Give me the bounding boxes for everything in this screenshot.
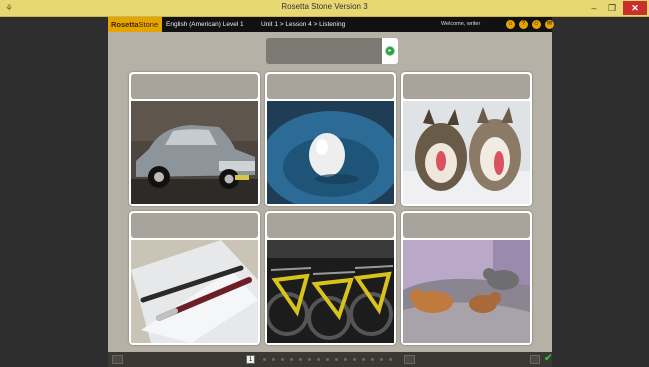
card-caption bbox=[131, 74, 258, 99]
card-caption bbox=[403, 213, 530, 238]
card-caption bbox=[403, 74, 530, 99]
check-icon[interactable]: ✔ bbox=[544, 353, 552, 364]
answer-card-dogs[interactable] bbox=[401, 72, 532, 206]
play-audio-button[interactable]: ▸ bbox=[382, 38, 398, 64]
right-background bbox=[552, 17, 649, 367]
progress-dot[interactable] bbox=[371, 358, 374, 361]
welcome-text: Welcome, writer bbox=[441, 21, 481, 27]
previous-button[interactable] bbox=[112, 355, 123, 364]
brand-logo: RosettaStone bbox=[108, 17, 162, 32]
prompt-box bbox=[266, 38, 382, 64]
card-caption bbox=[267, 74, 394, 99]
progress-dot[interactable] bbox=[272, 358, 275, 361]
answer-card-pens[interactable] bbox=[129, 211, 260, 345]
progress-dot[interactable] bbox=[263, 358, 266, 361]
progress-dot[interactable] bbox=[326, 358, 329, 361]
progress-dot[interactable] bbox=[299, 358, 302, 361]
title-bar[interactable]: ⚘ Rosetta Stone Version 3 – ❐ ✕ bbox=[0, 0, 649, 17]
progress-dot[interactable] bbox=[389, 358, 392, 361]
answer-card-cats[interactable] bbox=[401, 211, 532, 345]
progress-dot[interactable] bbox=[380, 358, 383, 361]
card-caption bbox=[131, 213, 258, 238]
header-bar: RosettaStone English (American) Level 1 … bbox=[108, 17, 554, 32]
maximize-button[interactable]: ❐ bbox=[604, 1, 620, 15]
answer-card-car[interactable] bbox=[129, 72, 260, 206]
pens-image bbox=[131, 240, 258, 343]
next-button[interactable] bbox=[404, 355, 415, 364]
bicycles-image bbox=[267, 240, 394, 343]
course-title: English (American) Level 1 bbox=[166, 21, 244, 28]
home-icon[interactable]: ⌂ bbox=[506, 20, 515, 29]
progress-dot[interactable] bbox=[308, 358, 311, 361]
help-icon[interactable]: ? bbox=[519, 20, 528, 29]
play-icon: ▸ bbox=[385, 46, 395, 56]
answer-card-egg[interactable] bbox=[265, 72, 396, 206]
progress-dot[interactable] bbox=[290, 358, 293, 361]
progress-dot[interactable] bbox=[344, 358, 347, 361]
breadcrumb[interactable]: Unit 1 > Lesson 4 > Listening bbox=[261, 17, 345, 32]
close-button[interactable]: ✕ bbox=[623, 1, 647, 15]
settings-icon[interactable] bbox=[530, 355, 540, 364]
card-caption bbox=[267, 213, 394, 238]
page-indicator[interactable]: 1 bbox=[246, 355, 255, 364]
dogs-image bbox=[403, 101, 530, 204]
progress-dot[interactable] bbox=[317, 358, 320, 361]
lesson-stage: ▸ bbox=[108, 32, 552, 352]
people-icon[interactable]: ☺ bbox=[532, 20, 541, 29]
egg-image bbox=[267, 101, 394, 204]
window-title: Rosetta Stone Version 3 bbox=[281, 2, 368, 11]
progress-dot[interactable] bbox=[335, 358, 338, 361]
progress-dot[interactable] bbox=[281, 358, 284, 361]
cats-image bbox=[403, 240, 530, 343]
progress-dot[interactable] bbox=[362, 358, 365, 361]
minimize-button[interactable]: – bbox=[586, 1, 602, 15]
logo-sub: Stone bbox=[138, 20, 159, 29]
chat-icon[interactable]: ✉ bbox=[545, 20, 554, 29]
car-image bbox=[131, 101, 258, 204]
answer-card-bicycles[interactable] bbox=[265, 211, 396, 345]
navigation-bar: 1 ✔ bbox=[108, 352, 552, 367]
progress-dot[interactable] bbox=[353, 358, 356, 361]
left-background bbox=[0, 17, 108, 367]
app-window: ⚘ Rosetta Stone Version 3 – ❐ ✕ RosettaS… bbox=[0, 0, 649, 367]
logo-main: Rosetta bbox=[111, 20, 139, 29]
